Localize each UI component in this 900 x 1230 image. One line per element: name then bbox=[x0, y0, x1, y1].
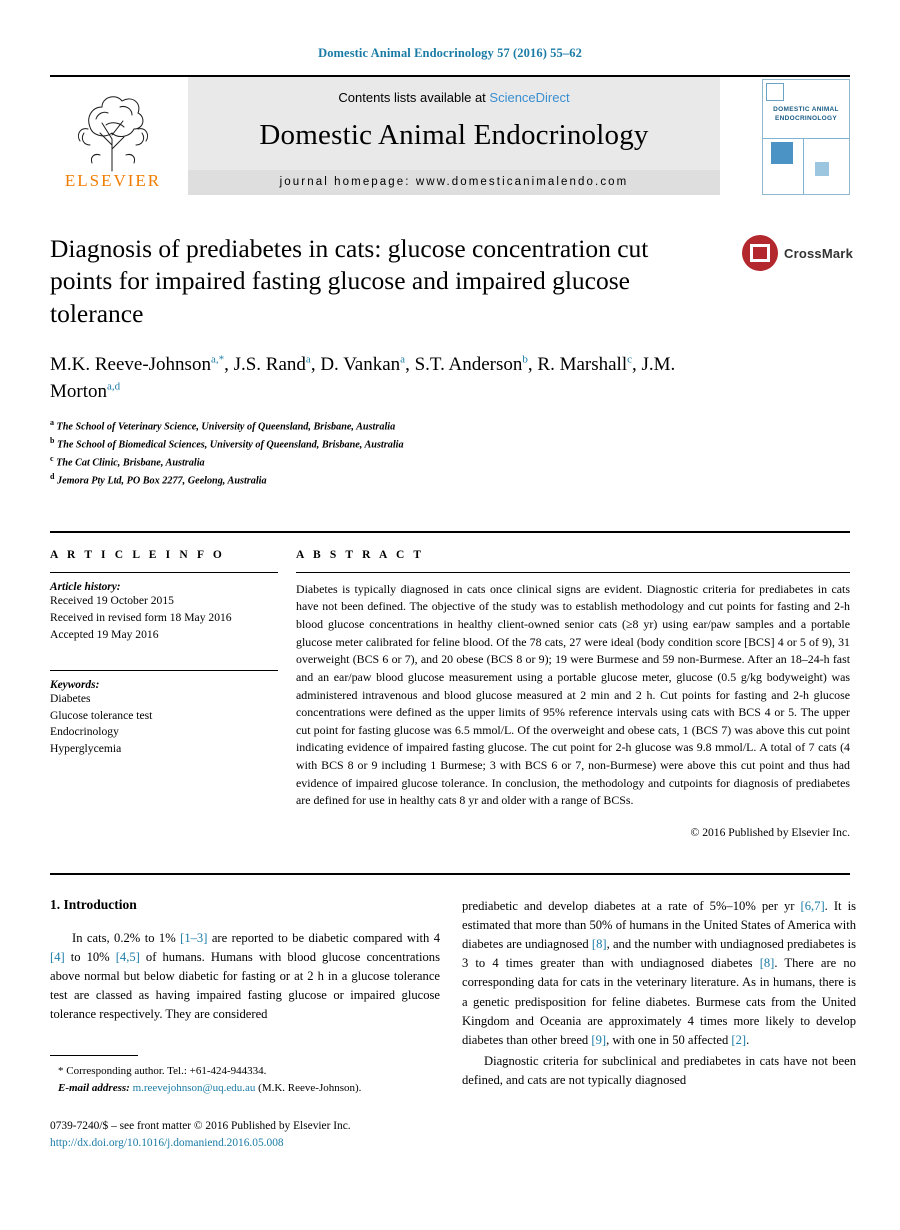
section-heading-introduction: 1. Introduction bbox=[50, 896, 137, 912]
keyword-3: Hyperglycemia bbox=[50, 742, 122, 756]
author-4-marks: c bbox=[627, 353, 633, 366]
article-history-label: Article history: bbox=[50, 580, 121, 593]
footnote-divider bbox=[50, 1055, 138, 1056]
email-note: E-mail address: m.reevejohnson@uq.edu.au… bbox=[50, 1080, 440, 1097]
cover-square-2 bbox=[815, 162, 829, 176]
article-info-column: A R T I C L E I N F O Article history: R… bbox=[50, 549, 278, 839]
journal-title: Domestic Animal Endocrinology bbox=[259, 119, 649, 151]
crossmark-label: CrossMark bbox=[784, 246, 853, 261]
keywords-list: Diabetes Glucose tolerance test Endocrin… bbox=[50, 691, 278, 759]
issn-doi-block: 0739-7240/$ – see front matter © 2016 Pu… bbox=[50, 1118, 470, 1151]
citation-ref[interactable]: [8] bbox=[592, 937, 607, 951]
corresponding-author-note: * Corresponding author. Tel.: +61-424-94… bbox=[58, 1065, 267, 1077]
author-4[interactable]: R. Marshallc bbox=[537, 354, 632, 375]
history-received: Received 19 October 2015 bbox=[50, 593, 174, 607]
doi-link[interactable]: http://dx.doi.org/10.1016/j.domaniend.20… bbox=[50, 1135, 470, 1152]
author-3[interactable]: S.T. Andersonb bbox=[415, 354, 528, 375]
author-1[interactable]: J.S. Randa bbox=[234, 354, 311, 375]
intro-paragraph-left: In cats, 0.2% to 1% [1–3] are reported t… bbox=[50, 930, 441, 1022]
history-accepted: Accepted 19 May 2016 bbox=[50, 627, 159, 641]
intro-paragraph-right-2: Diagnostic criteria for subclinical and … bbox=[462, 1053, 856, 1088]
keyword-0: Diabetes bbox=[50, 691, 91, 705]
divider bbox=[50, 571, 278, 573]
intro-paragraph-right-1: prediabetic and develop diabetes at a ra… bbox=[462, 898, 856, 1047]
journal-masthead: ELSEVIER Contents lists available at Sci… bbox=[50, 75, 850, 195]
cover-head-icon bbox=[766, 83, 784, 101]
elsevier-wordmark: ELSEVIER bbox=[64, 171, 162, 190]
page-title: Diagnosis of prediabetes in cats: glucos… bbox=[50, 234, 649, 328]
email-label: E-mail address: bbox=[58, 1081, 130, 1094]
journal-cover-thumbnail[interactable]: DOMESTIC ANIMAL ENDOCRINOLOGY bbox=[762, 79, 850, 195]
keyword-2: Endocrinology bbox=[50, 725, 119, 739]
cover-line-v bbox=[803, 138, 804, 194]
abstract-heading: A B S T R A C T bbox=[296, 548, 425, 561]
contents-line: Contents lists available at ScienceDirec… bbox=[188, 77, 720, 105]
affiliation-c: c The Cat Clinic, Brisbane, Australia bbox=[50, 454, 205, 469]
crossmark-badge-group[interactable]: CrossMark bbox=[742, 235, 853, 279]
author-3-marks: b bbox=[522, 353, 528, 366]
author-2[interactable]: D. Vankana bbox=[320, 354, 405, 375]
abstract-copyright: © 2016 Published by Elsevier Inc. bbox=[690, 825, 850, 839]
abstract-text: Diabetes is typically diagnosed in cats … bbox=[296, 581, 850, 808]
abstract-column: A B S T R A C T Diabetes is typically di… bbox=[296, 549, 850, 839]
issn-line: 0739-7240/$ – see front matter © 2016 Pu… bbox=[50, 1120, 351, 1132]
author-0-marks: a,* bbox=[210, 353, 225, 366]
history-revised: Received in revised form 18 May 2016 bbox=[50, 610, 232, 624]
citation-ref[interactable]: [4,5] bbox=[116, 950, 140, 964]
keywords-label: Keywords: bbox=[50, 678, 100, 691]
running-head: Domestic Animal Endocrinology 57 (2016) … bbox=[318, 46, 582, 60]
citation-ref[interactable]: [9] bbox=[591, 1033, 606, 1047]
author-0[interactable]: M.K. Reeve-Johnsona,* bbox=[50, 354, 224, 375]
author-5-marks: a,d bbox=[107, 380, 121, 393]
affiliation-d: d Jemora Pty Ltd, PO Box 2277, Geelong, … bbox=[50, 471, 267, 487]
citation-ref[interactable]: [4] bbox=[50, 950, 65, 964]
divider bbox=[296, 571, 850, 573]
crossmark-icon bbox=[742, 235, 778, 271]
citation-ref[interactable]: [6,7] bbox=[801, 899, 825, 913]
article-page: Domestic Animal Endocrinology 57 (2016) … bbox=[0, 0, 900, 1230]
citation-ref[interactable]: [1–3] bbox=[180, 931, 207, 945]
affiliation-b: b The School of Biomedical Sciences, Uni… bbox=[50, 436, 404, 451]
divider bbox=[50, 669, 278, 671]
author-list: M.K. Reeve-Johnsona,*, J.S. Randa, D. Va… bbox=[50, 353, 676, 402]
affiliation-list: a The School of Veterinary Science, Univ… bbox=[50, 417, 850, 489]
keyword-1: Glucose tolerance test bbox=[50, 708, 153, 722]
cover-line-h bbox=[763, 138, 849, 139]
email-link[interactable]: m.reevejohnson@uq.edu.au bbox=[133, 1082, 256, 1094]
article-history-list: Received 19 October 2015 Received in rev… bbox=[50, 593, 278, 644]
body-column-right: prediabetic and develop diabetes at a ra… bbox=[462, 897, 856, 1092]
masthead-band: Contents lists available at ScienceDirec… bbox=[188, 77, 720, 195]
affiliation-a: a The School of Veterinary Science, Univ… bbox=[50, 418, 396, 433]
contents-prefix: Contents lists available at bbox=[338, 90, 490, 105]
elsevier-tree-icon bbox=[77, 96, 149, 172]
sciencedirect-link[interactable]: ScienceDirect bbox=[489, 90, 569, 105]
cover-title: DOMESTIC ANIMAL ENDOCRINOLOGY bbox=[773, 106, 839, 122]
citation-ref[interactable]: [2] bbox=[731, 1033, 746, 1047]
footnote-area: * Corresponding author. Tel.: +61-424-94… bbox=[50, 1055, 440, 1096]
journal-homepage[interactable]: journal homepage: www.domesticanimalendo… bbox=[188, 170, 720, 195]
article-info-heading: A R T I C L E I N F O bbox=[50, 548, 225, 561]
title-block: Diagnosis of prediabetes in cats: glucos… bbox=[50, 233, 853, 330]
elsevier-logo: ELSEVIER bbox=[50, 83, 176, 193]
email-suffix: (M.K. Reeve-Johnson). bbox=[258, 1081, 362, 1094]
citation-ref[interactable]: [8] bbox=[760, 956, 775, 970]
keywords-block: Keywords: Diabetes Glucose tolerance tes… bbox=[50, 669, 278, 759]
author-2-marks: a bbox=[400, 353, 406, 366]
info-abstract-region: A R T I C L E I N F O Article history: R… bbox=[50, 530, 850, 839]
cover-square-1 bbox=[771, 142, 793, 164]
author-1-marks: a bbox=[305, 353, 311, 366]
